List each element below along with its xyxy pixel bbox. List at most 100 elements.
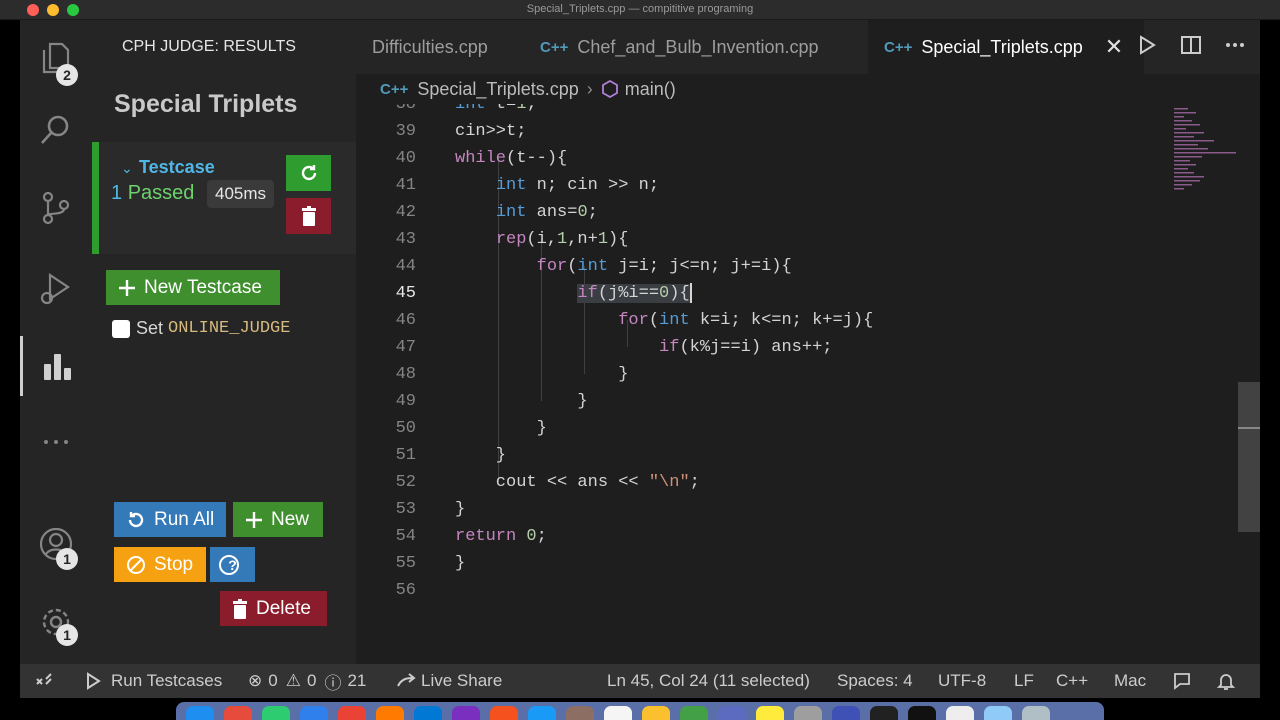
apple-tv-icon[interactable] xyxy=(908,706,936,720)
warning-icon: ⚠ xyxy=(285,671,301,690)
firefox-icon[interactable] xyxy=(376,706,404,720)
language-mode[interactable]: C++ xyxy=(1056,664,1088,698)
explorer-icon[interactable]: 2 xyxy=(20,28,92,88)
stickies-icon[interactable] xyxy=(756,706,784,720)
errors-count: 0 xyxy=(268,671,278,690)
tab-special-triplets[interactable]: C++ Special_Triplets.cpp ✕ xyxy=(868,20,1144,74)
numbers-icon[interactable] xyxy=(680,706,708,720)
code-line: 47 if(k%j==i) ans++; xyxy=(395,338,833,357)
code-line: 53} xyxy=(395,500,466,519)
status-bar: Run Testcases ⊗ 0 ⚠ 0 ⓘ 21 Live Share Ln… xyxy=(20,664,1260,698)
breadcrumb: C++ Special_Triplets.cpp › main() xyxy=(356,74,1260,104)
run-testcases-status[interactable]: Run Testcases xyxy=(84,664,222,698)
stop-button[interactable]: Stop xyxy=(114,547,206,582)
chevron-down-icon[interactable]: ⌄ xyxy=(121,160,133,177)
window-title: Special_Triplets.cpp — compititive progr… xyxy=(526,3,754,15)
online-judge-checkbox[interactable] xyxy=(112,319,130,338)
settings-app-icon[interactable] xyxy=(794,706,822,720)
tab-chef-and-bulb[interactable]: C++ Chef_and_Bulb_Invention.cpp xyxy=(524,20,835,74)
more-actions-icon[interactable] xyxy=(1224,34,1246,56)
trash-bin-icon[interactable] xyxy=(1022,706,1050,720)
set-label: Set xyxy=(136,318,164,338)
testcase-card: ⌄ Testcase 1 Passed 405ms xyxy=(92,142,356,254)
rerun-testcase-button[interactable] xyxy=(286,155,331,191)
close-icon[interactable]: ✕ xyxy=(1105,34,1123,60)
run-icon[interactable] xyxy=(1136,34,1158,56)
run-testcases-label: Run Testcases xyxy=(111,671,223,690)
whatsapp-icon[interactable] xyxy=(262,706,290,720)
new-testcase-button[interactable]: New Testcase xyxy=(106,270,280,305)
remote-icon[interactable] xyxy=(20,664,68,698)
method-icon xyxy=(601,80,618,98)
breadcrumb-symbol[interactable]: main() xyxy=(625,79,676,100)
live-share-status[interactable]: Live Share xyxy=(396,664,502,698)
testcase-label[interactable]: Testcase xyxy=(139,157,215,178)
code-line: 43 rep(i,1,n+1){ xyxy=(395,230,629,249)
trash-icon xyxy=(301,206,316,226)
plus-icon xyxy=(119,279,135,296)
code-line: 38 int t=1; xyxy=(395,104,537,114)
quicktime-icon[interactable] xyxy=(946,706,974,720)
app-store-icon[interactable] xyxy=(528,706,556,720)
vscode-window: 2 1 1 CPH JUDGE: RESULTS Special Triplet… xyxy=(20,20,1260,698)
run-debug-icon[interactable] xyxy=(20,258,92,318)
notifications-bell-icon[interactable] xyxy=(1216,664,1236,698)
more-icon[interactable] xyxy=(20,412,92,472)
code-line: 55} xyxy=(395,554,466,573)
refresh-icon xyxy=(128,511,144,527)
launchpad-icon[interactable] xyxy=(224,706,252,720)
cursor-position[interactable]: Ln 45, Col 24 (11 selected) xyxy=(607,664,810,698)
indentation[interactable]: Spaces: 4 xyxy=(837,664,913,698)
split-editor-icon[interactable] xyxy=(1180,34,1202,56)
chevron-right-icon: › xyxy=(586,78,593,99)
scroll-position-marker xyxy=(1238,427,1260,429)
run-all-button[interactable]: Run All xyxy=(114,502,226,537)
photos-icon[interactable] xyxy=(490,706,518,720)
run-all-label: Run All xyxy=(154,508,215,530)
delete-testcase-button[interactable] xyxy=(286,198,331,234)
code-line: 52 cout << ans << "\n"; xyxy=(395,473,700,492)
safari-icon[interactable] xyxy=(300,706,328,720)
vertical-scrollbar[interactable] xyxy=(1238,382,1260,532)
play-icon xyxy=(87,672,101,690)
line-ending[interactable]: LF xyxy=(1014,664,1034,698)
breadcrumb-file[interactable]: Special_Triplets.cpp xyxy=(417,79,578,100)
tab-difficulties[interactable]: Difficulties.cpp xyxy=(356,20,504,74)
new-button[interactable]: New xyxy=(233,502,323,537)
tab-label: Difficulties.cpp xyxy=(372,36,488,57)
accounts-icon[interactable]: 1 xyxy=(20,514,92,574)
preview-icon[interactable] xyxy=(718,706,746,720)
final-cut-icon[interactable] xyxy=(870,706,898,720)
search-icon[interactable] xyxy=(20,100,92,160)
teams-icon[interactable] xyxy=(832,706,860,720)
downloads-icon[interactable] xyxy=(984,706,1012,720)
code-editor[interactable]: 38 int t=1; 39 cin>>t; 40 while(t--){ 41 in… xyxy=(356,104,1260,664)
problems-status[interactable]: ⊗ 0 ⚠ 0 ⓘ 21 xyxy=(248,664,366,698)
notes-icon[interactable] xyxy=(642,706,670,720)
onenote-icon[interactable] xyxy=(452,706,480,720)
source-control-icon[interactable] xyxy=(20,178,92,238)
platform[interactable]: Mac xyxy=(1114,664,1146,698)
vscode-icon[interactable] xyxy=(414,706,442,720)
warnings-count: 0 xyxy=(306,671,317,690)
refresh-icon xyxy=(301,165,316,181)
code-line: 48 } xyxy=(395,365,629,384)
settings-gear-icon[interactable]: 1 xyxy=(20,592,92,652)
encoding[interactable]: UTF-8 xyxy=(938,664,986,698)
cph-judge-icon[interactable] xyxy=(20,336,92,396)
activity-bar: 2 1 1 xyxy=(20,20,92,664)
chrome-icon[interactable] xyxy=(338,706,366,720)
online-judge-row: Set ONLINE_JUDGE xyxy=(112,318,290,339)
explorer-badge: 2 xyxy=(56,64,78,86)
finder-icon[interactable] xyxy=(186,706,214,720)
delete-button[interactable]: Delete xyxy=(220,591,327,626)
problem-title: Special Triplets xyxy=(114,90,298,118)
help-button[interactable]: ? xyxy=(210,547,255,582)
minimap[interactable] xyxy=(1170,104,1240,214)
settings-badge: 1 xyxy=(56,624,78,646)
stop-label: Stop xyxy=(154,553,194,575)
calendar-icon[interactable] xyxy=(604,706,632,720)
feedback-icon[interactable] xyxy=(1172,664,1192,698)
coin-icon[interactable] xyxy=(566,706,594,720)
info-icon: ⓘ xyxy=(324,673,342,693)
